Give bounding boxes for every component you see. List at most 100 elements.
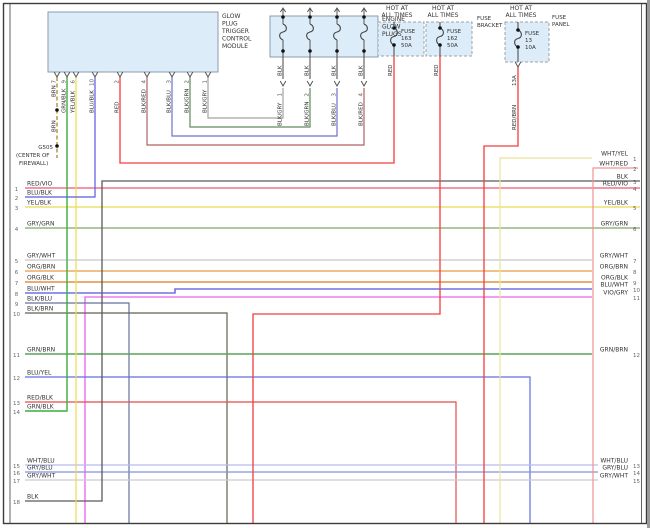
left-wire-label: BLU/WHT	[27, 286, 55, 293]
right-pin-number: 10	[633, 288, 640, 294]
label: 10A	[525, 45, 536, 51]
label: HOT AT	[432, 5, 454, 12]
label: 50A	[447, 43, 458, 49]
label: PLUGS	[382, 31, 402, 38]
label: HOT AT	[386, 5, 408, 12]
junction-dot	[516, 45, 520, 49]
left-pin-number: 1	[15, 187, 19, 193]
label: ALL TIMES	[506, 12, 537, 19]
right-pin-number: 5	[633, 206, 637, 212]
label: 3	[332, 93, 338, 97]
label: 7	[52, 80, 58, 84]
left-wire-label: RED/VIO	[27, 181, 52, 188]
engine-glow-plugs-box	[269, 15, 379, 58]
right-wire-label: YEL/BLK	[603, 200, 629, 207]
label: BLK/RED	[359, 102, 365, 126]
left-wire-label: RED/BLK	[27, 395, 54, 402]
glow-plug-wiring-diagram: GLOWPLUGTRIGGERCONTROLMODULEENGINEGLOWPL…	[0, 0, 650, 528]
label: GLOW	[382, 24, 401, 31]
right-wire-label: GRN/BRN	[600, 347, 628, 354]
right-wire-label: BLK	[617, 174, 629, 181]
label: 50A	[401, 43, 412, 49]
label: HOT AT	[510, 5, 532, 12]
label: FUSE	[525, 31, 540, 37]
label: FIREWALL)	[19, 161, 48, 167]
label: BLK/BLU	[332, 103, 338, 126]
label: G505	[38, 145, 53, 151]
label: GLOW	[222, 13, 241, 20]
left-pin-number: 17	[13, 479, 20, 485]
junction-dot	[55, 108, 59, 112]
left-pin-number: 11	[13, 353, 20, 359]
left-wire-label: GRY/BLU	[27, 465, 53, 472]
right-pin-number: 2	[633, 167, 637, 173]
left-pin-number: 4	[15, 227, 19, 233]
junction-dot	[362, 49, 366, 53]
label: BLK	[278, 65, 284, 76]
label: CONTROL	[222, 36, 252, 43]
junction-dot	[362, 15, 366, 19]
label: RED	[388, 64, 394, 76]
left-pin-number: 6	[15, 270, 19, 276]
left-wire-label: YEL/BLK	[26, 200, 52, 207]
right-pin-number: 7	[633, 259, 637, 265]
right-wire-label: WHT/YEL	[601, 151, 629, 158]
left-pin-number: 10	[13, 312, 20, 318]
left-wire-label: GRY/WHT	[27, 473, 56, 480]
right-pin-number: 3	[633, 180, 637, 186]
left-pin-number: 12	[13, 376, 20, 382]
junction-dot	[516, 28, 520, 32]
label: 9	[62, 80, 68, 84]
right-pin-number: 6	[633, 227, 637, 233]
label: BRN	[52, 85, 58, 97]
left-pin-number: 2	[15, 196, 19, 202]
glow-plug-control-module-box	[47, 11, 219, 73]
label: 4	[142, 80, 148, 84]
left-wire-label: BLK/BLU	[27, 296, 52, 303]
label: PANEL	[552, 22, 570, 28]
label: GRN/BLK	[62, 88, 68, 113]
right-wire-label: WHT/BLU	[600, 458, 628, 465]
junction-dot	[308, 15, 312, 19]
left-pin-number: 7	[15, 281, 19, 287]
left-pin-number: 13	[13, 401, 20, 407]
left-pin-number: 5	[15, 259, 19, 265]
label: BLK	[305, 65, 311, 76]
left-wire-label: BLU/BLK	[27, 190, 53, 197]
label: BRN	[52, 120, 58, 132]
left-pin-number: 14	[13, 410, 20, 416]
left-wire-label: ORG/BLK	[27, 275, 55, 282]
right-wire-label: GRY/GRN	[601, 221, 628, 228]
label: TRIGGER	[221, 28, 249, 35]
right-wire-label: VIO/GRY	[603, 290, 628, 297]
right-pin-number: 14	[633, 471, 640, 477]
label: 13	[525, 38, 532, 44]
left-wire-label: GRN/BLK	[27, 404, 55, 411]
right-wire-label: WHT/RED	[599, 161, 628, 168]
label: BLK/RED	[142, 89, 148, 113]
label: ALL TIMES	[382, 12, 413, 19]
label: RED	[115, 101, 121, 113]
label: BLU/BLK	[90, 90, 96, 113]
label: BLK/GRY	[203, 89, 209, 113]
wiring-diagram-page: GLOW PLUG TRIGGER CONTROL MODULE ENGINE GLOW PL…	[0, 0, 650, 528]
label: 4	[359, 93, 365, 97]
label: MODULE	[222, 43, 248, 50]
label: 163	[401, 36, 412, 42]
left-pin-number: 3	[15, 206, 19, 212]
left-pin-number: 15	[13, 464, 20, 470]
right-wire-label: GRY/WHT	[600, 253, 629, 260]
label: ALL TIMES	[428, 12, 459, 19]
label: 10	[90, 79, 96, 86]
junction-dot	[308, 49, 312, 53]
right-wire-label: ORG/BLK	[601, 275, 629, 282]
label: 2	[185, 80, 191, 84]
label: 2	[305, 93, 311, 97]
right-wire-label: GRY/BLU	[602, 465, 628, 472]
label: 2	[115, 80, 121, 84]
right-pin-number: 1	[633, 157, 637, 163]
junction-dot	[438, 43, 442, 47]
label: 162	[447, 36, 458, 42]
label: YEL/BLK	[71, 90, 77, 114]
label: 6	[71, 80, 77, 84]
